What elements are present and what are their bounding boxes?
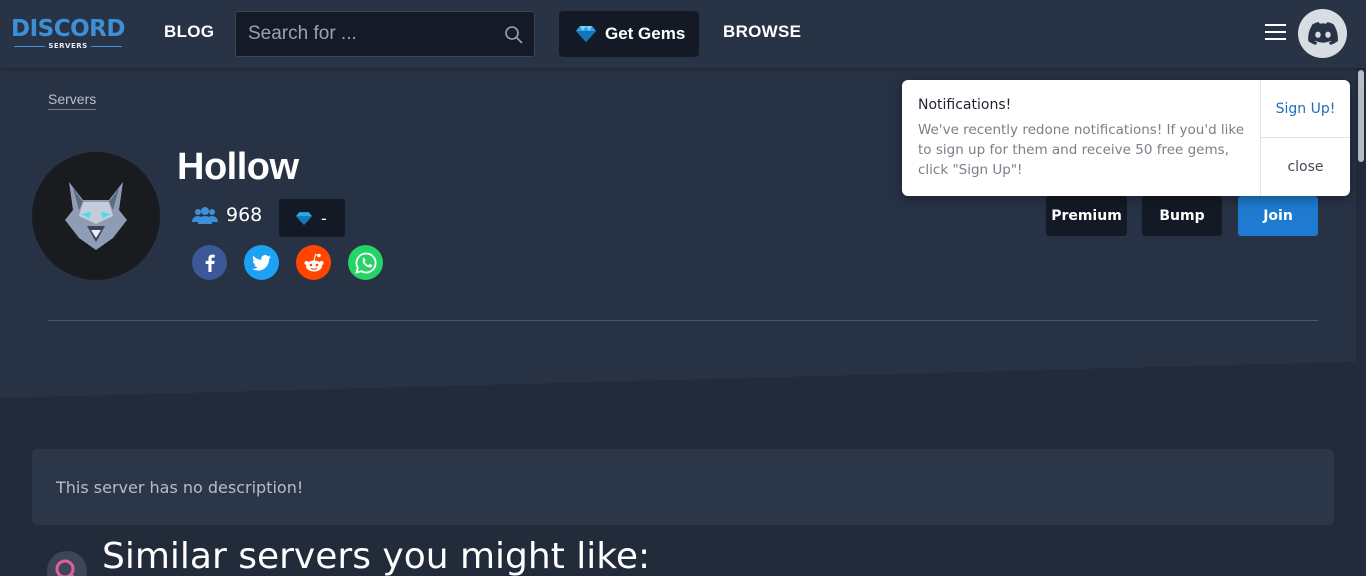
logo-text: DISCORD xyxy=(11,16,125,42)
search-box xyxy=(235,11,535,57)
server-avatar xyxy=(32,152,160,280)
member-count: 968 xyxy=(192,204,262,226)
get-gems-label: Get Gems xyxy=(605,24,686,43)
similar-servers-heading: Similar servers you might like: xyxy=(102,536,651,576)
logo-subtext-row: SERVERS xyxy=(11,41,125,51)
whatsapp-share-button[interactable] xyxy=(348,245,383,280)
top-navbar: DISCORD SERVERS BLOG Get Gems BROWSE xyxy=(0,0,1366,68)
join-button[interactable]: Join xyxy=(1238,196,1318,236)
server-name: Hollow xyxy=(177,146,299,188)
reddit-icon xyxy=(304,253,323,271)
nav-browse-link[interactable]: BROWSE xyxy=(723,22,801,42)
facebook-share-button[interactable] xyxy=(192,245,227,280)
scrollbar-thumb[interactable] xyxy=(1358,70,1364,162)
page-scrollbar[interactable] xyxy=(1356,68,1366,576)
notification-signup-button[interactable]: Sign Up! xyxy=(1261,80,1350,138)
discord-icon xyxy=(1307,21,1338,45)
search-input[interactable] xyxy=(236,12,534,56)
twitter-icon xyxy=(252,254,271,271)
premium-button[interactable]: Premium xyxy=(1046,196,1127,236)
whatsapp-icon xyxy=(354,252,376,274)
notification-title: Notifications! xyxy=(918,97,1012,113)
notification-close-button[interactable]: close xyxy=(1261,138,1350,195)
facebook-icon xyxy=(205,254,215,272)
menu-icon[interactable] xyxy=(1265,24,1286,42)
twitter-share-button[interactable] xyxy=(244,245,279,280)
user-avatar-button[interactable] xyxy=(1298,9,1347,58)
nav-blog-link[interactable]: BLOG xyxy=(164,22,214,42)
notification-body: We've recently redone notifications! If … xyxy=(918,122,1245,178)
site-logo[interactable]: DISCORD SERVERS xyxy=(11,16,125,51)
bump-button[interactable]: Bump xyxy=(1142,196,1222,236)
wolf-icon xyxy=(65,182,127,250)
server-description-card: This server has no description! xyxy=(32,449,1334,525)
server-description-text: This server has no description! xyxy=(56,477,304,497)
notification-actions: Sign Up! close xyxy=(1260,80,1350,196)
gem-icon xyxy=(296,211,312,225)
logo-subtext: SERVERS xyxy=(48,42,88,50)
search-icon[interactable] xyxy=(504,25,524,45)
breadcrumb-servers[interactable]: Servers xyxy=(48,91,97,110)
member-count-value: 968 xyxy=(226,204,263,226)
users-icon xyxy=(192,207,218,224)
magnifier-icon xyxy=(47,551,87,576)
section-divider xyxy=(48,320,1318,321)
notification-popup: Notifications! We've recently redone not… xyxy=(902,80,1350,196)
get-gems-button[interactable]: Get Gems xyxy=(559,11,699,57)
reddit-share-button[interactable] xyxy=(296,245,331,280)
gem-count-badge: - xyxy=(279,199,345,237)
gem-icon xyxy=(576,26,596,42)
gem-count-value: - xyxy=(321,208,327,228)
